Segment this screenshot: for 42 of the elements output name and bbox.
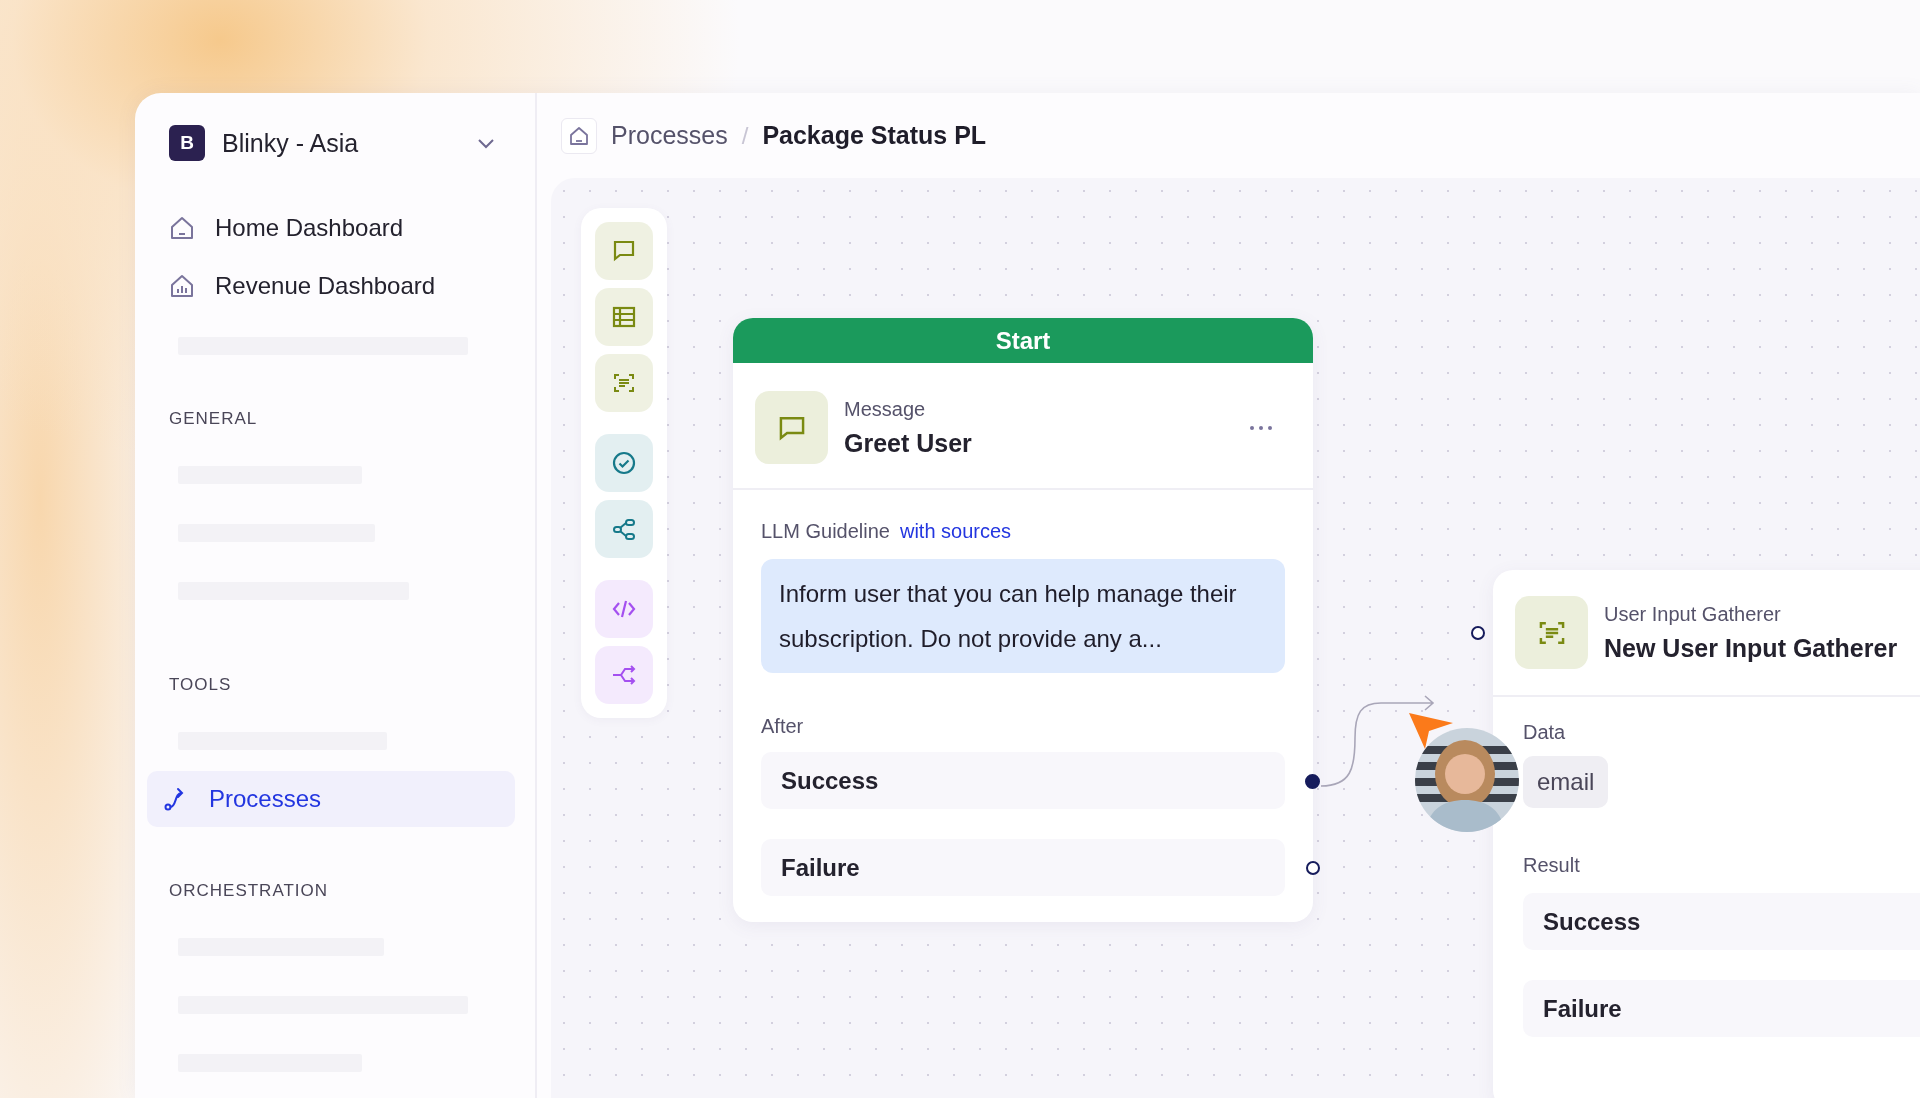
nav-item[interactable]: Home Dashboard [155,199,515,257]
node-tool-button[interactable] [595,354,653,412]
node-tool-button[interactable] [595,500,653,558]
workspace-name[interactable]: Blinky - Asia [222,128,359,158]
nav-item[interactable]: Processes [147,771,515,827]
data-chip[interactable]: email [1523,756,1609,808]
node-title: Greet User [844,428,972,458]
field-label: LLM Guideline [761,520,890,543]
node-tool-button[interactable] [595,434,653,492]
breadcrumb-separator: / [741,121,749,150]
home-button[interactable] [561,117,597,154]
home-icon [169,215,195,241]
node-title: New User Input Gatherer [1604,633,1898,663]
field-label: After [761,715,805,738]
cursor-icon [1407,711,1455,751]
node-tool-button[interactable] [595,646,653,704]
guideline-text: Inform user that you can help manage their subscription. Do not provide any a... [761,559,1285,673]
home-icon [569,125,589,146]
page-title: Package Status PL [762,121,987,150]
bank-chart-icon [169,273,195,299]
breadcrumb-link[interactable]: Processes [611,121,728,150]
outcome-row[interactable]: Failure [1523,980,1920,1037]
sources-link[interactable]: with sources [899,520,1012,543]
section-heading: GENERAL [168,409,259,429]
section-heading: TOOLS [168,675,233,695]
field-label: Result [1523,854,1581,877]
node-tool-button[interactable] [595,222,653,280]
section-heading: ORCHESTRATION [168,881,330,901]
node-type: Message [844,397,927,421]
more-icon[interactable] [1249,424,1273,431]
outcome-row[interactable]: Success [1523,893,1920,950]
connection-port[interactable] [1471,626,1485,640]
node-tool-button[interactable] [595,288,653,346]
chevron-down-icon[interactable] [477,137,495,149]
field-label: Data [1523,721,1567,744]
node-type: User Input Gatherer [1604,602,1782,626]
node-tool-button[interactable] [595,580,653,638]
nav-item[interactable]: Revenue Dashboard [155,257,515,315]
connection-port[interactable] [1305,773,1320,789]
workspace-logo: B [169,125,205,161]
start-header: Start [733,318,1313,363]
connection-port[interactable] [1306,860,1320,875]
